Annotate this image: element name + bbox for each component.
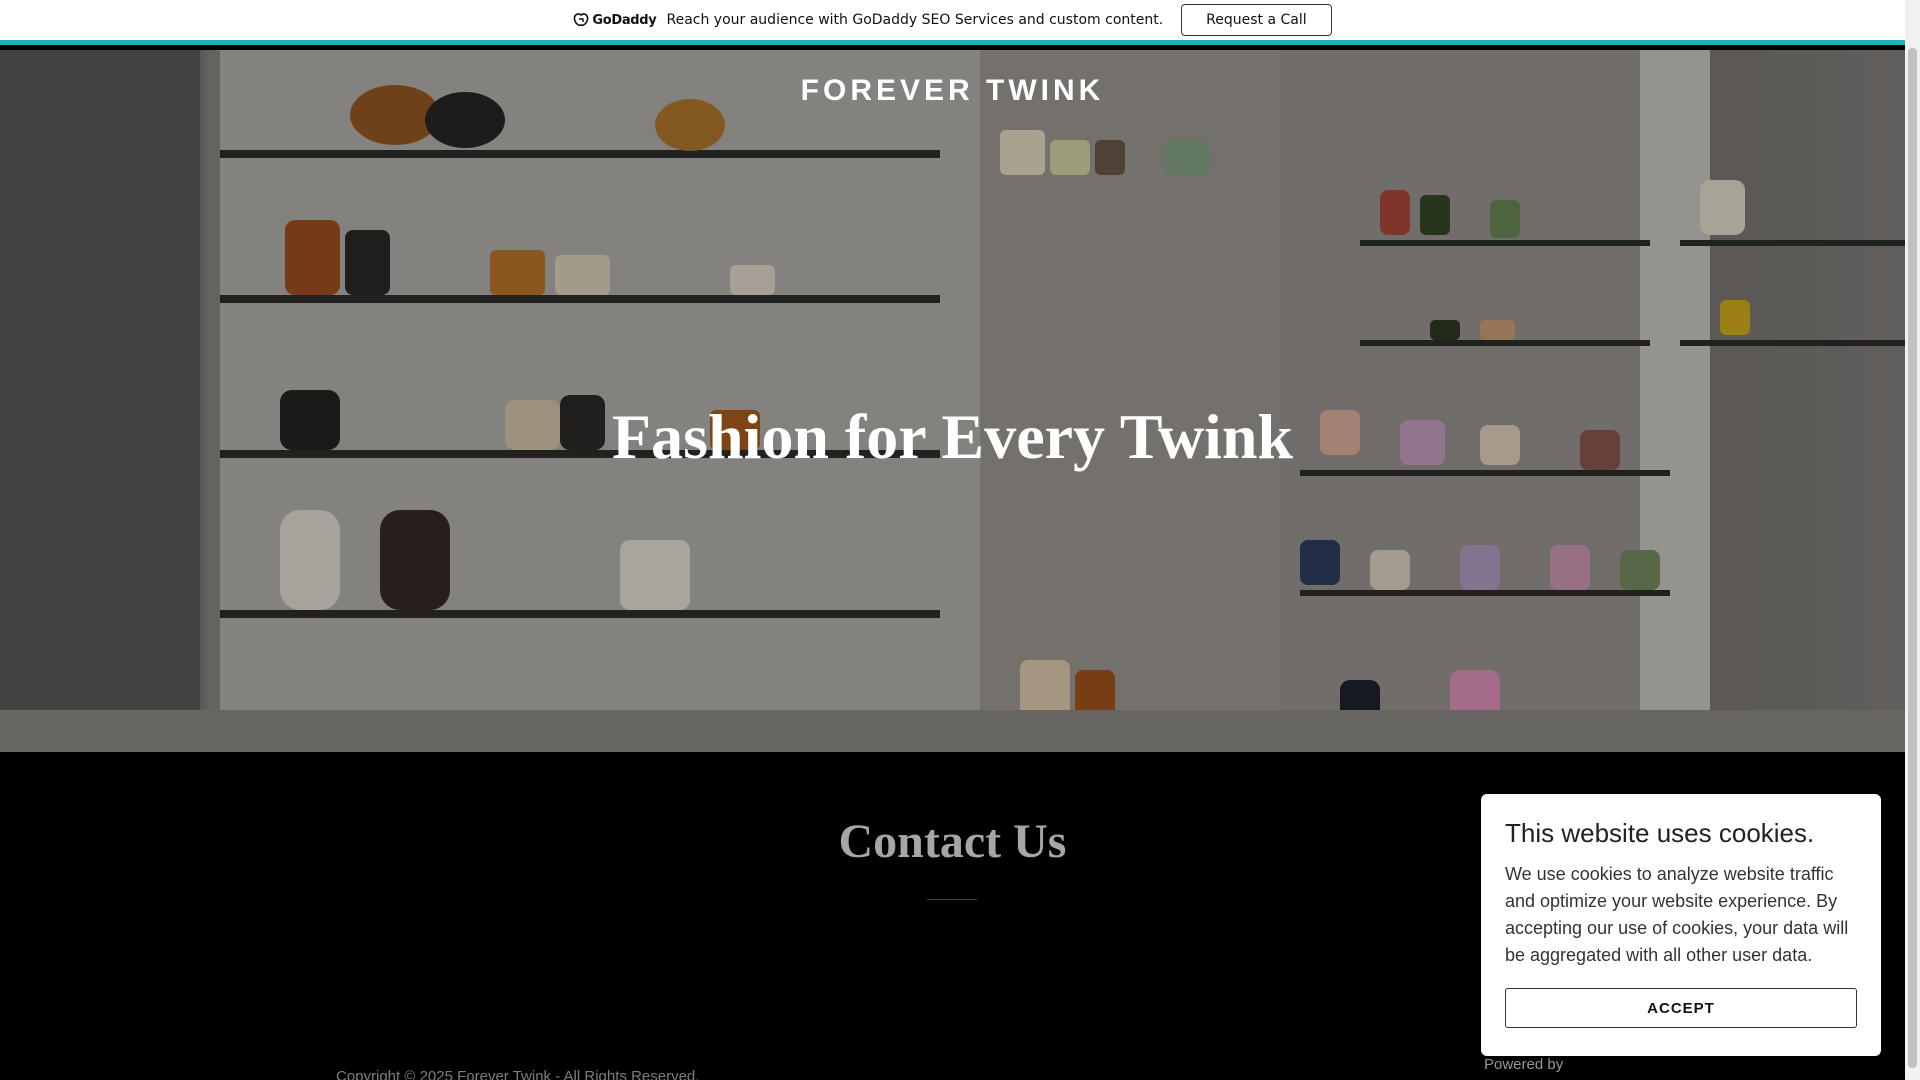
site-brand-title[interactable]: FOREVER TWINK — [0, 74, 1905, 108]
hero-heading: Fashion for Every Twink — [612, 401, 1293, 472]
cookie-dialog-title: This website uses cookies. — [1505, 818, 1815, 848]
godaddy-logo-text: GoDaddy — [592, 12, 657, 28]
godaddy-logo: GoDaddy — [573, 12, 657, 28]
request-call-button[interactable]: Request a Call — [1181, 4, 1332, 36]
promo-message: Reach your audience with GoDaddy SEO Ser… — [666, 12, 1164, 28]
cookie-dialog: This website uses cookies. We use cookie… — [1481, 794, 1881, 1056]
hero-section: FOREVER TWINK Fashion for Every Twink — [0, 50, 1905, 752]
cookie-dialog-body: We use cookies to analyze website traffi… — [1505, 864, 1849, 965]
page-scrollbar[interactable] — [1905, 0, 1920, 1080]
footer-copyright: Copyright © 2025 Forever Twink - All Rig… — [336, 1068, 700, 1080]
footer-powered-by: Powered by — [1484, 1056, 1564, 1073]
promo-bar: GoDaddy Reach your audience with GoDaddy… — [0, 0, 1905, 45]
cookie-accept-button[interactable]: ACCEPT — [1505, 988, 1857, 1028]
scrollbar-thumb[interactable] — [1908, 48, 1917, 1068]
contact-divider — [927, 899, 977, 900]
godaddy-icon — [574, 13, 589, 27]
